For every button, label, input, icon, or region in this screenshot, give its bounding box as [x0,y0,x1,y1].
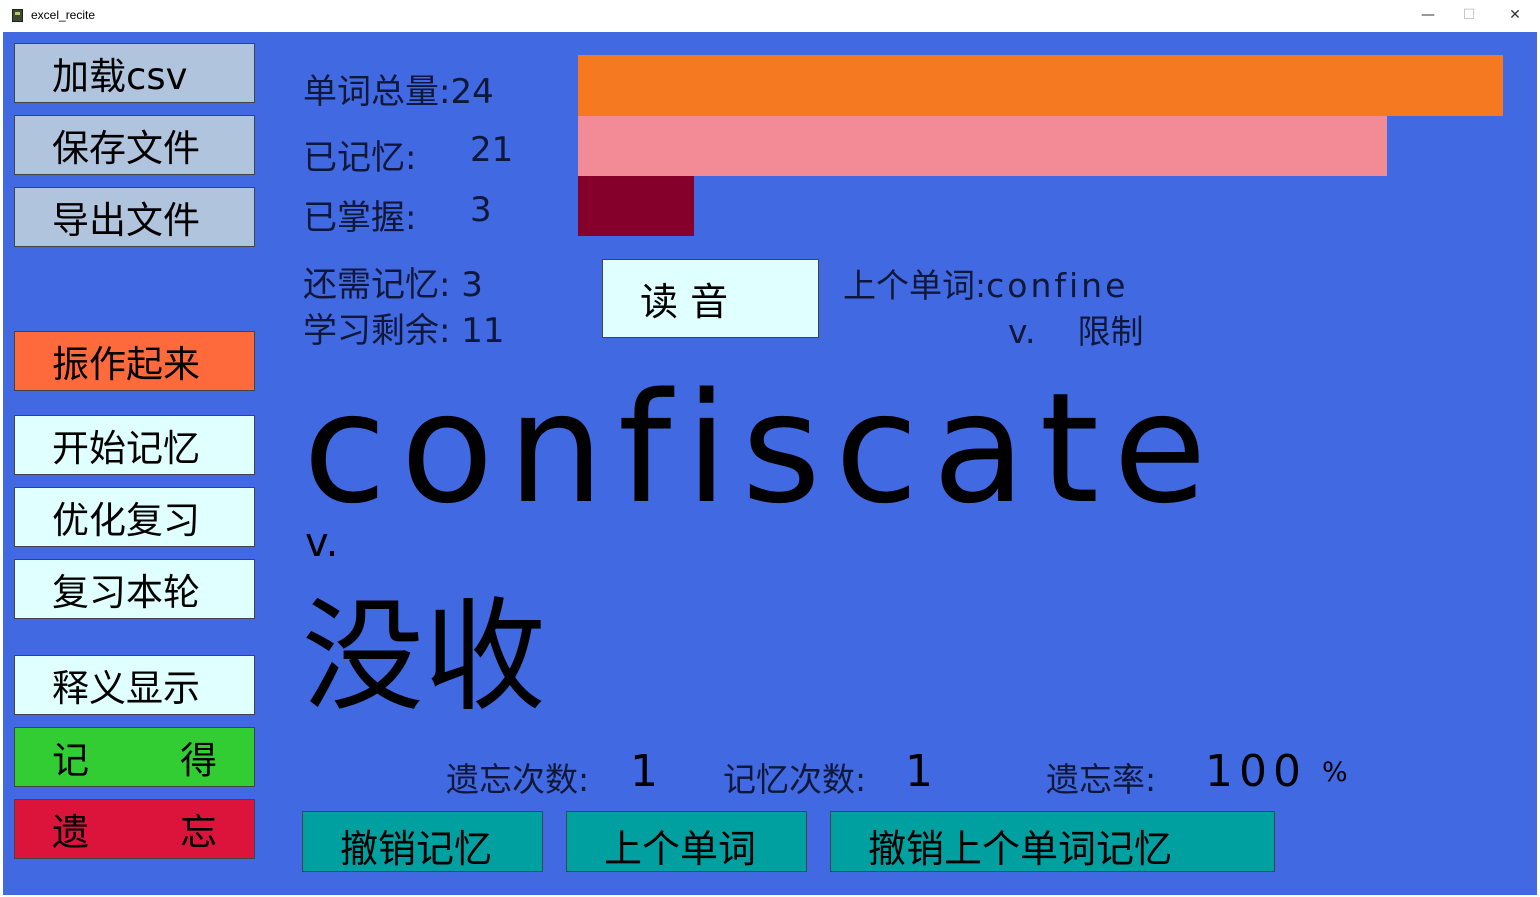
previous-word-button[interactable]: 上个单词 [566,811,807,872]
window-title: excel_recite [31,8,96,22]
save-file-button[interactable]: 保存文件 [14,115,255,175]
previous-pos: v. [1008,312,1036,351]
remember-label-right: 得 [180,739,217,782]
show-meaning-button[interactable]: 释义显示 [14,655,255,715]
forget-rate-label: 遗忘率: [1046,760,1157,799]
start-memorize-button[interactable]: 开始记忆 [14,415,255,475]
mastered-progress-bar [578,176,694,236]
previous-word-label: 上个单词: [843,266,987,305]
forget-count-label: 遗忘次数: [446,760,590,799]
forget-button[interactable]: 遗 忘 [14,799,255,859]
current-meaning: 没收 [302,586,546,728]
previous-word: 上个单词:confine [843,259,1128,307]
previous-meaning: v. 限制 [1008,305,1143,353]
undo-memory-button[interactable]: 撤销记忆 [302,811,543,872]
mastered-value: 3 [470,190,492,230]
remember-button[interactable]: 记 得 [14,727,255,787]
pronounce-button[interactable]: 读 音 [602,259,819,338]
memorized-progress-bar [578,116,1387,176]
load-csv-button[interactable]: 加载csv [14,43,255,103]
export-file-button[interactable]: 导出文件 [14,187,255,247]
memory-count-value: 1 [905,746,939,797]
forget-count-value: 1 [630,746,664,797]
total-words-label: 单词总量:24 [303,72,494,112]
forget-label-left: 遗 [52,811,89,854]
need-memorize-label: 还需记忆: 3 [303,265,483,305]
app-icon [12,9,23,22]
optimize-review-button[interactable]: 优化复习 [14,487,255,547]
memory-count-label: 记忆次数: [723,760,867,799]
memorized-value: 21 [470,130,514,170]
current-word: confiscate [303,360,1221,537]
previous-word-text: confine [986,266,1129,305]
remaining-label: 学习剩余: 11 [303,311,505,351]
undo-previous-memory-button[interactable]: 撤销上个单词记忆 [830,811,1275,872]
minimize-icon[interactable]: — [1405,0,1451,32]
forget-label-right: 忘 [180,811,217,854]
forget-rate-value: 100 [1205,746,1307,797]
memorized-label: 已记忆: [303,138,417,178]
percent-sign: % [1322,757,1348,788]
review-round-button[interactable]: 复习本轮 [14,559,255,619]
cheer-up-button[interactable]: 振作起来 [14,331,255,391]
close-icon[interactable]: ✕ [1492,0,1538,32]
title-bar: excel_recite — ☐ ✕ [0,0,1540,32]
previous-meaning-text: 限制 [1077,312,1144,351]
maximize-icon[interactable]: ☐ [1446,0,1492,32]
remember-label-left: 记 [52,739,89,782]
mastered-label: 已掌握: [303,198,417,238]
total-progress-bar [578,55,1503,116]
